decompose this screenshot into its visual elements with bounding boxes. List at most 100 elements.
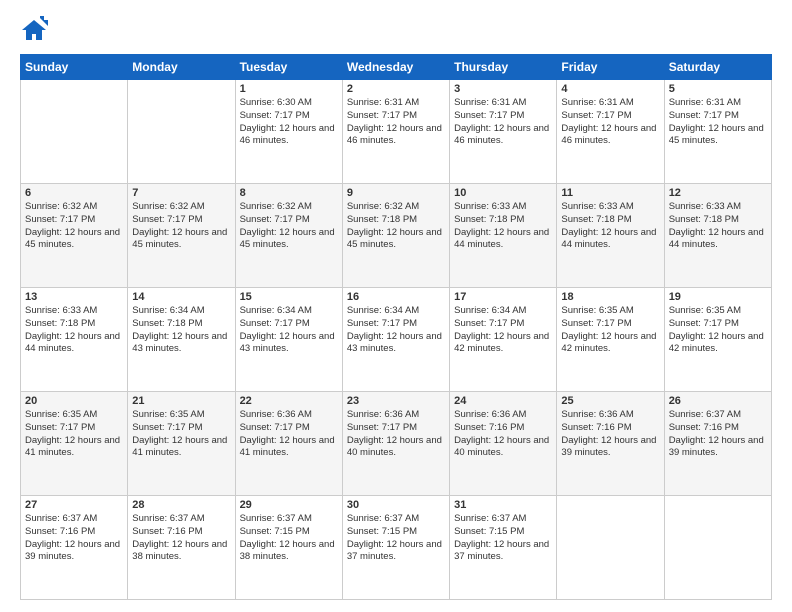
calendar-cell: 9 Sunrise: 6:32 AM Sunset: 7:18 PM Daylig… [342,184,449,288]
day-info: Sunrise: 6:37 AM Sunset: 7:16 PM Dayligh… [669,409,767,460]
calendar-cell: 16 Sunrise: 6:34 AM Sunset: 7:17 PM Dayli… [342,288,449,392]
day-info: Sunrise: 6:32 AM Sunset: 7:17 PM Dayligh… [25,201,123,252]
day-info: Sunrise: 6:33 AM Sunset: 7:18 PM Dayligh… [669,201,767,252]
weekday-header-saturday: Saturday [664,55,771,80]
day-info: Sunrise: 6:34 AM Sunset: 7:17 PM Dayligh… [347,305,445,356]
day-number: 13 [25,291,123,303]
day-number: 15 [240,291,338,303]
day-info: Sunrise: 6:32 AM Sunset: 7:17 PM Dayligh… [132,201,230,252]
day-number: 8 [240,187,338,199]
calendar-cell: 22 Sunrise: 6:36 AM Sunset: 7:17 PM Dayli… [235,392,342,496]
day-number: 2 [347,83,445,95]
day-number: 22 [240,395,338,407]
calendar-cell: 24Sunrise: 6:36 AM Sunset: 7:16 PM Dayli… [450,392,557,496]
day-number: 12 [669,187,767,199]
day-number: 1 [240,83,338,95]
day-info: Sunrise: 6:36 AM Sunset: 7:17 PM Dayligh… [347,409,445,460]
calendar-cell: 18 Sunrise: 6:35 AM Sunset: 7:17 PM Dayli… [557,288,664,392]
day-info: Sunrise: 6:37 AM Sunset: 7:15 PM Dayligh… [454,513,552,564]
calendar-cell: 4 Sunrise: 6:31 AM Sunset: 7:17 PM Daylig… [557,80,664,184]
weekday-header-sunday: Sunday [21,55,128,80]
day-number: 9 [347,187,445,199]
day-info: Sunrise: 6:37 AM Sunset: 7:16 PM Dayligh… [132,513,230,564]
day-info: Sunrise: 6:30 AM Sunset: 7:17 PM Dayligh… [240,97,338,148]
weekday-header-wednesday: Wednesday [342,55,449,80]
calendar-cell [557,496,664,600]
weekday-header-thursday: Thursday [450,55,557,80]
calendar-table: SundayMondayTuesdayWednesdayThursdayFrid… [20,54,772,600]
day-info: Sunrise: 6:32 AM Sunset: 7:18 PM Dayligh… [347,201,445,252]
day-info: Sunrise: 6:31 AM Sunset: 7:17 PM Dayligh… [669,97,767,148]
day-info: Sunrise: 6:35 AM Sunset: 7:17 PM Dayligh… [669,305,767,356]
day-info: Sunrise: 6:33 AM Sunset: 7:18 PM Dayligh… [25,305,123,356]
day-info: Sunrise: 6:32 AM Sunset: 7:17 PM Dayligh… [240,201,338,252]
day-info: Sunrise: 6:37 AM Sunset: 7:15 PM Dayligh… [347,513,445,564]
day-info: Sunrise: 6:31 AM Sunset: 7:17 PM Dayligh… [454,97,552,148]
day-info: Sunrise: 6:37 AM Sunset: 7:16 PM Dayligh… [25,513,123,564]
calendar-cell: 11 Sunrise: 6:33 AM Sunset: 7:18 PM Dayli… [557,184,664,288]
calendar-cell [664,496,771,600]
calendar-cell [128,80,235,184]
logo-icon [20,16,48,44]
day-number: 21 [132,395,230,407]
day-info: Sunrise: 6:34 AM Sunset: 7:18 PM Dayligh… [132,305,230,356]
day-number: 30 [347,499,445,511]
day-info: Sunrise: 6:35 AM Sunset: 7:17 PM Dayligh… [561,305,659,356]
calendar-cell: 25 Sunrise: 6:36 AM Sunset: 7:16 PM Dayli… [557,392,664,496]
calendar-cell: 13 Sunrise: 6:33 AM Sunset: 7:18 PM Dayli… [21,288,128,392]
calendar-cell: 30 Sunrise: 6:37 AM Sunset: 7:15 PM Dayli… [342,496,449,600]
calendar-cell: 19 Sunrise: 6:35 AM Sunset: 7:17 PM Dayli… [664,288,771,392]
day-number: 17 [454,291,552,303]
calendar-cell: 5 Sunrise: 6:31 AM Sunset: 7:17 PM Daylig… [664,80,771,184]
calendar-cell: 29 Sunrise: 6:37 AM Sunset: 7:15 PM Dayli… [235,496,342,600]
day-info: Sunrise: 6:31 AM Sunset: 7:17 PM Dayligh… [347,97,445,148]
day-info: Sunrise: 6:36 AM Sunset: 7:17 PM Dayligh… [240,409,338,460]
day-number: 31 [454,499,552,511]
day-number: 10 [454,187,552,199]
calendar-cell: 23 Sunrise: 6:36 AM Sunset: 7:17 PM Dayli… [342,392,449,496]
calendar-cell: 8 Sunrise: 6:32 AM Sunset: 7:17 PM Daylig… [235,184,342,288]
calendar-cell: 6Sunrise: 6:32 AM Sunset: 7:17 PM Daylig… [21,184,128,288]
day-number: 14 [132,291,230,303]
calendar-cell: 2 Sunrise: 6:31 AM Sunset: 7:17 PM Daylig… [342,80,449,184]
calendar-cell: 12 Sunrise: 6:33 AM Sunset: 7:18 PM Dayli… [664,184,771,288]
day-number: 4 [561,83,659,95]
day-info: Sunrise: 6:35 AM Sunset: 7:17 PM Dayligh… [132,409,230,460]
logo [20,16,52,44]
calendar-cell: 3 Sunrise: 6:31 AM Sunset: 7:17 PM Daylig… [450,80,557,184]
day-number: 11 [561,187,659,199]
day-info: Sunrise: 6:33 AM Sunset: 7:18 PM Dayligh… [454,201,552,252]
day-number: 20 [25,395,123,407]
day-number: 7 [132,187,230,199]
calendar-cell: 31 Sunrise: 6:37 AM Sunset: 7:15 PM Dayli… [450,496,557,600]
day-info: Sunrise: 6:35 AM Sunset: 7:17 PM Dayligh… [25,409,123,460]
day-number: 5 [669,83,767,95]
day-number: 28 [132,499,230,511]
day-number: 27 [25,499,123,511]
calendar-cell: 27 Sunrise: 6:37 AM Sunset: 7:16 PM Dayli… [21,496,128,600]
calendar-cell: 1 Sunrise: 6:30 AM Sunset: 7:17 PM Daylig… [235,80,342,184]
day-number: 16 [347,291,445,303]
day-number: 25 [561,395,659,407]
calendar-cell: 26Sunrise: 6:37 AM Sunset: 7:16 PM Dayli… [664,392,771,496]
weekday-header-tuesday: Tuesday [235,55,342,80]
weekday-header-friday: Friday [557,55,664,80]
day-info: Sunrise: 6:33 AM Sunset: 7:18 PM Dayligh… [561,201,659,252]
calendar-cell: 21 Sunrise: 6:35 AM Sunset: 7:17 PM Dayli… [128,392,235,496]
day-info: Sunrise: 6:36 AM Sunset: 7:16 PM Dayligh… [561,409,659,460]
day-number: 29 [240,499,338,511]
day-info: Sunrise: 6:31 AM Sunset: 7:17 PM Dayligh… [561,97,659,148]
weekday-header-monday: Monday [128,55,235,80]
day-number: 18 [561,291,659,303]
calendar-cell: 7 Sunrise: 6:32 AM Sunset: 7:17 PM Daylig… [128,184,235,288]
day-info: Sunrise: 6:36 AM Sunset: 7:16 PM Dayligh… [454,409,552,460]
day-info: Sunrise: 6:34 AM Sunset: 7:17 PM Dayligh… [240,305,338,356]
day-number: 23 [347,395,445,407]
calendar-cell: 28 Sunrise: 6:37 AM Sunset: 7:16 PM Dayli… [128,496,235,600]
day-info: Sunrise: 6:37 AM Sunset: 7:15 PM Dayligh… [240,513,338,564]
calendar-cell: 20 Sunrise: 6:35 AM Sunset: 7:17 PM Dayli… [21,392,128,496]
day-number: 19 [669,291,767,303]
calendar-cell: 14 Sunrise: 6:34 AM Sunset: 7:18 PM Dayli… [128,288,235,392]
day-number: 3 [454,83,552,95]
day-info: Sunrise: 6:34 AM Sunset: 7:17 PM Dayligh… [454,305,552,356]
